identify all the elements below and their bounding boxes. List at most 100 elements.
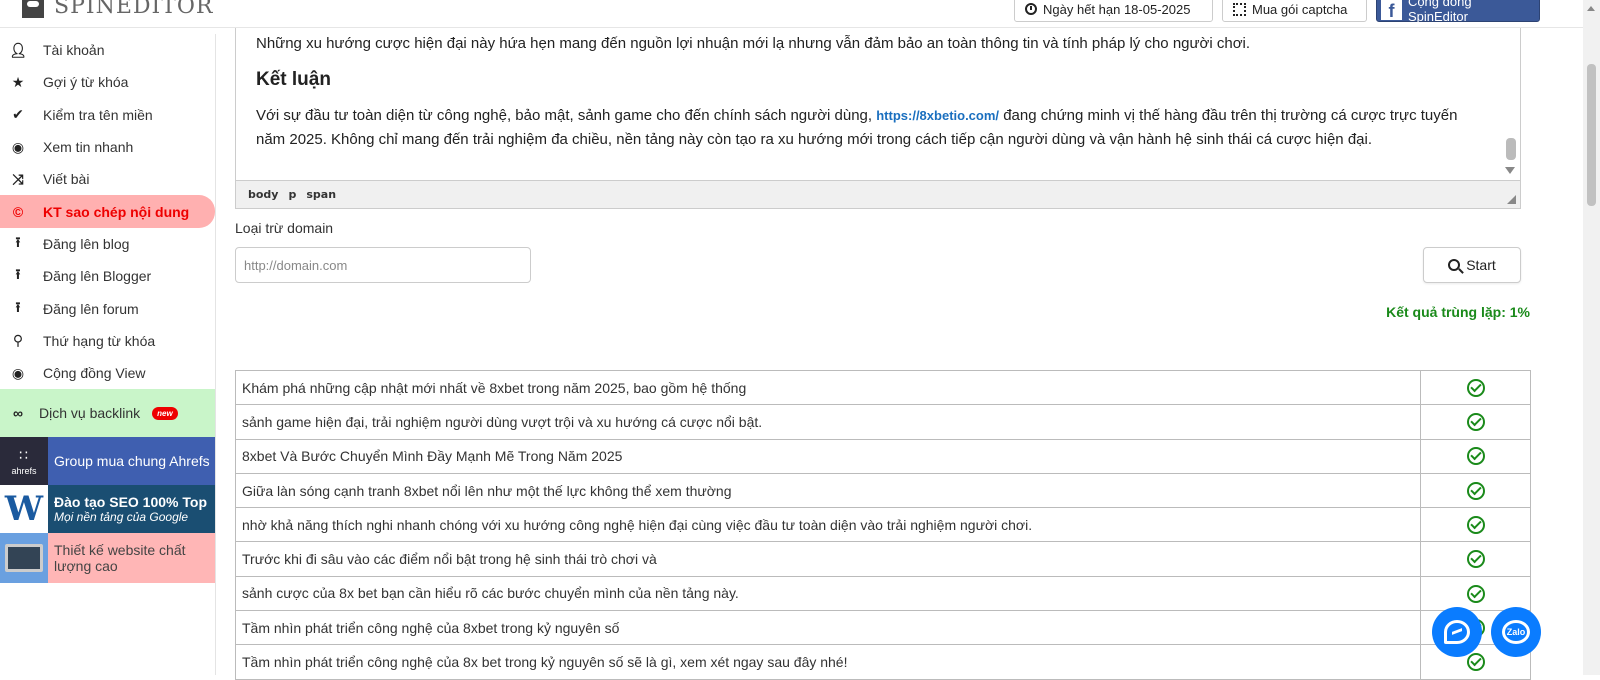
check-circle-icon xyxy=(1466,550,1485,569)
sidebar-item-label: Dịch vụ backlink xyxy=(39,405,141,422)
check-circle-icon xyxy=(1466,378,1485,397)
sidebar-item-label: KT sao chép nội dung xyxy=(43,203,190,220)
sidebar-item-backlink[interactable]: ∞ Dịch vụ backlink new xyxy=(0,389,215,438)
resize-handle-icon[interactable] xyxy=(1507,195,1516,204)
page-scroll-thumb[interactable] xyxy=(1587,64,1596,206)
duplicate-result: Kết quả trùng lặp: 1% xyxy=(1386,304,1530,320)
sidebar-item-keyword-rank[interactable]: ⚲ Thứ hạng từ khóa xyxy=(0,325,215,357)
copyright-icon: © xyxy=(12,203,24,220)
logo-text: SPINEDITOR xyxy=(54,0,214,19)
sidebar-item-quick-news[interactable]: ◉ Xem tin nhanh xyxy=(0,131,215,163)
content-editor[interactable]: Những xu hướng cược hiện đại này hứa hẹn… xyxy=(235,28,1521,209)
promo-seo-training[interactable]: W Đào tạo SEO 100% Top Mọi nền tảng của … xyxy=(0,485,215,534)
top-bar: SPINEDITOR Ngày hết hạn 18-05-2025 Mua g… xyxy=(0,0,1583,28)
sidebar-item-post-forum[interactable]: ⭱ Đăng lên forum xyxy=(0,292,215,324)
facebook-icon: f xyxy=(1381,0,1402,20)
sentence-cell: Tầm nhìn phát triển công nghệ của 8x bet… xyxy=(235,644,1421,680)
promo-ahrefs[interactable]: ∷ ahrefs Group mua chung Ahrefs xyxy=(0,437,215,486)
clock-icon xyxy=(1025,3,1037,15)
link-icon: ∞ xyxy=(13,405,23,422)
check-circle-icon xyxy=(1466,584,1485,603)
sidebar-item-account[interactable]: 👤︎ Tài khoản xyxy=(0,34,215,66)
path-body[interactable]: body xyxy=(248,188,278,201)
messenger-icon xyxy=(1444,620,1470,644)
search-icon xyxy=(1448,259,1461,271)
seo-logo: W xyxy=(0,485,48,534)
sentence-cell: Khám phá những cập nhật mới nhất về 8xbe… xyxy=(235,369,1421,406)
article-link[interactable]: https://8xbetio.com/ xyxy=(876,108,999,123)
table-row: Trước khi đi sâu vào các điểm nổi bật tr… xyxy=(235,541,1531,577)
sentence-cell: 8xbet Và Bước Chuyển Mình Đầy Mạnh Mẽ Tr… xyxy=(235,438,1421,474)
sidebar-item-post-blogger[interactable]: ⭱ Đăng lên Blogger xyxy=(0,260,215,292)
table-row: Tầm nhìn phát triển công nghệ của 8x bet… xyxy=(235,644,1531,680)
sentence-cell: Tầm nhìn phát triển công nghệ của 8xbet … xyxy=(235,610,1421,646)
table-row: 8xbet Và Bước Chuyển Mình Đầy Mạnh Mẽ Tr… xyxy=(235,438,1531,474)
ahrefs-logo-text: ahrefs xyxy=(11,465,37,476)
editor-scrollbar[interactable] xyxy=(1500,28,1520,181)
sidebar-item-label: Kiểm tra tên miền xyxy=(43,106,153,123)
logo[interactable]: SPINEDITOR xyxy=(22,0,213,19)
table-row: Tầm nhìn phát triển công nghệ của 8xbet … xyxy=(235,610,1531,646)
sentence-cell: Giữa làn sóng cạnh tranh 8xbet nổi lên n… xyxy=(235,472,1421,509)
star-icon: ★ xyxy=(11,73,25,90)
sidebar-item-label: Viết bài xyxy=(43,171,90,188)
start-label: Start xyxy=(1466,257,1496,273)
scroll-down-icon[interactable] xyxy=(1505,167,1515,174)
results-table: Khám phá những cập nhật mới nhất về 8xbe… xyxy=(235,369,1531,680)
scroll-up-icon[interactable] xyxy=(1587,6,1595,11)
sidebar-item-label: Đăng lên forum xyxy=(43,300,139,317)
sidebar-item-label: Tài khoản xyxy=(43,42,105,59)
exclude-domain-input[interactable] xyxy=(235,247,531,283)
table-row: sảnh cược của 8x bet bạn cần hiểu rõ các… xyxy=(235,575,1531,612)
table-row: Giữa làn sóng cạnh tranh 8xbet nổi lên n… xyxy=(235,472,1531,509)
sidebar-item-post-blog[interactable]: ⭱ Đăng lên blog xyxy=(0,228,215,260)
user-icon: 👤︎ xyxy=(9,41,27,58)
sidebar: 👤︎ Tài khoản ★ Gợi ý từ khóa ✔ Kiểm tra … xyxy=(0,34,216,675)
sidebar-item-community-view[interactable]: ◉ Cộng đồng View xyxy=(0,357,215,389)
upload-icon: ⭱ xyxy=(15,298,21,315)
expiry-button[interactable]: Ngày hết hạn 18-05-2025 xyxy=(1014,0,1213,22)
sentence-cell: nhờ khả năng thích nghi nhanh chóng với … xyxy=(235,507,1421,543)
path-span[interactable]: span xyxy=(306,188,336,201)
promo-web-label: Thiết kế website chất lượng cao xyxy=(54,542,186,575)
check-circle-icon xyxy=(1466,481,1485,500)
editor-paragraph: Với sự đầu tư toàn diện từ công nghệ, bả… xyxy=(256,107,1458,148)
check-circle-icon xyxy=(1466,447,1485,466)
editor-scroll-thumb[interactable] xyxy=(1506,138,1516,160)
page-scrollbar[interactable] xyxy=(1583,0,1600,675)
promo-web-design[interactable]: Thiết kế website chất lượng cao xyxy=(0,533,215,584)
sidebar-item-copy-check[interactable]: © KT sao chép nội dung xyxy=(0,195,215,228)
zalo-chat-button[interactable]: Zalo xyxy=(1491,607,1541,657)
sidebar-item-label: Xem tin nhanh xyxy=(43,139,134,156)
check-circle-icon xyxy=(1466,515,1485,534)
eye-icon: ◉ xyxy=(11,364,25,381)
check-circle-icon xyxy=(1466,413,1485,432)
start-button[interactable]: Start xyxy=(1423,247,1521,283)
path-p[interactable]: p xyxy=(288,188,296,201)
promo-seo-title: Đào tạo SEO 100% Top xyxy=(54,494,207,511)
promo-ahrefs-label: Group mua chung Ahrefs xyxy=(54,453,210,470)
buy-captcha-button[interactable]: Mua gói captcha xyxy=(1222,0,1367,22)
community-label: Cộng đồng SpinEditor xyxy=(1407,0,1472,24)
table-row: nhờ khả năng thích nghi nhanh chóng với … xyxy=(235,507,1531,543)
sidebar-item-label: Gợi ý từ khóa xyxy=(43,74,129,91)
table-row: Khám phá những cập nhật mới nhất về 8xbe… xyxy=(235,369,1531,406)
messenger-chat-button[interactable] xyxy=(1432,607,1482,657)
sentence-cell: Trước khi đi sâu vào các điểm nổi bật tr… xyxy=(235,541,1421,577)
sidebar-item-write-article[interactable]: ⤨ Viết bài xyxy=(0,163,215,195)
sidebar-item-domain-check[interactable]: ✔ Kiểm tra tên miền xyxy=(0,99,215,131)
community-button[interactable]: f Cộng đồng SpinEditor xyxy=(1376,0,1540,24)
sidebar-item-keyword-suggest[interactable]: ★ Gợi ý từ khóa xyxy=(0,66,215,98)
promo-seo-subtitle: Mọi nền tảng của Google xyxy=(54,510,189,525)
zalo-icon: Zalo xyxy=(1502,620,1530,644)
sidebar-item-label: Thứ hạng từ khóa xyxy=(43,332,156,349)
search-icon: ⚲ xyxy=(12,332,24,349)
upload-icon: ⭱ xyxy=(15,233,21,250)
editor-content[interactable]: Những xu hướng cược hiện đại này hứa hẹn… xyxy=(236,28,1500,181)
table-row: sảnh game hiện đại, trải nghiệm người dù… xyxy=(235,404,1531,440)
sidebar-item-label: Đăng lên Blogger xyxy=(43,268,152,285)
upload-icon: ⭱ xyxy=(15,266,21,283)
sidebar-item-label: Cộng đồng View xyxy=(43,365,146,382)
editor-paragraph: Những xu hướng cược hiện đại này hứa hẹn… xyxy=(256,35,1251,52)
editor-heading: Kết luận xyxy=(256,69,331,90)
